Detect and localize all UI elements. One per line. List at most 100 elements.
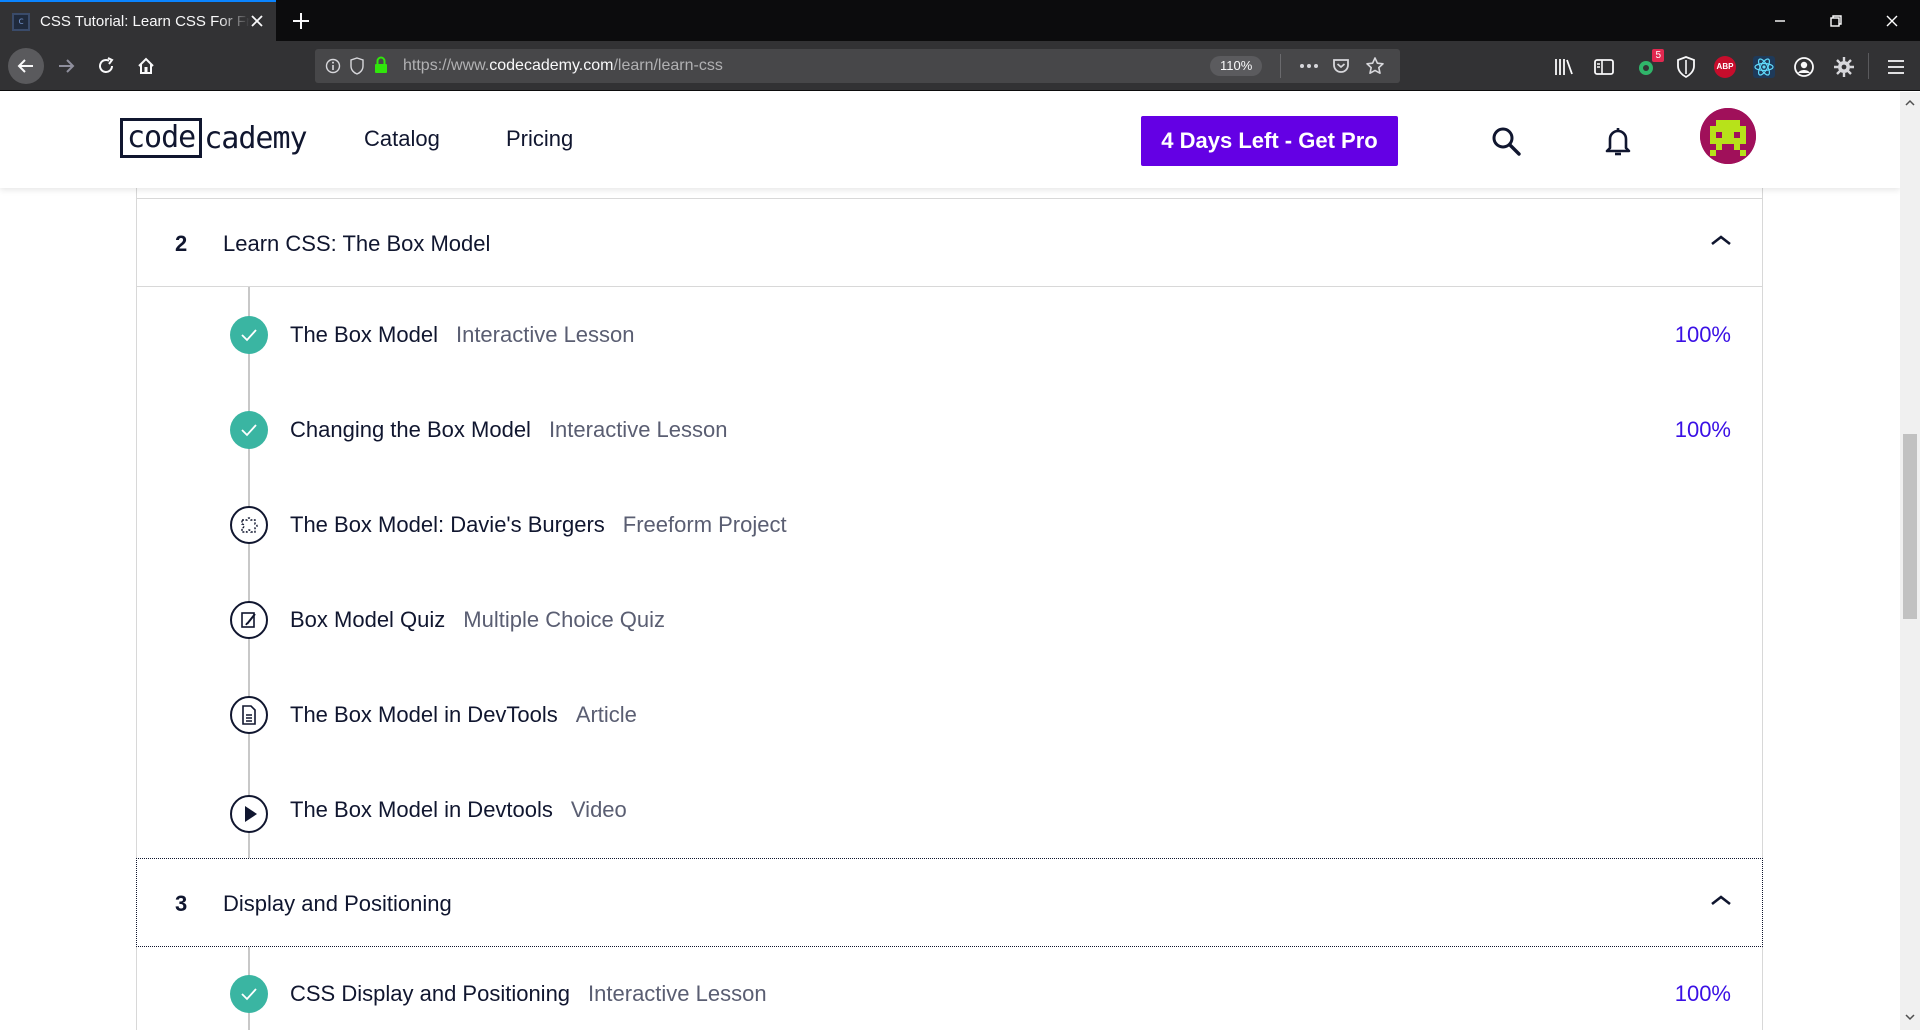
browser-tab[interactable]: c CSS Tutorial: Learn CSS For Free xyxy=(0,0,276,41)
item-progress: 100% xyxy=(1674,981,1731,1006)
adblock-icon: ABP xyxy=(1714,56,1736,78)
restore-icon xyxy=(1830,14,1842,27)
nav-pricing[interactable]: Pricing xyxy=(506,126,573,152)
item-title[interactable]: The Box Model in Devtools xyxy=(290,797,553,822)
list-item[interactable]: The Box Model Interactive Lesson 100% xyxy=(230,306,1731,366)
shield-icon[interactable] xyxy=(349,57,365,75)
section-title: Learn CSS: The Box Model xyxy=(223,231,491,256)
lock-icon[interactable] xyxy=(373,56,389,74)
reload-icon xyxy=(99,57,114,73)
browser-toolbar: https://www.codecademy.com/learn/learn-c… xyxy=(0,41,1920,91)
url-path: /learn/learn-css xyxy=(613,57,723,74)
url-text[interactable]: https://www.codecademy.com/learn/learn-c… xyxy=(403,57,723,75)
arrow-right-icon xyxy=(59,59,75,73)
url-bar[interactable]: https://www.codecademy.com/learn/learn-c… xyxy=(315,49,1400,83)
url-prefix: https://www. xyxy=(403,57,490,74)
item-type: Interactive Lesson xyxy=(548,417,728,442)
play-icon xyxy=(230,795,268,833)
shield-check-icon xyxy=(1677,56,1695,78)
tab-title: CSS Tutorial: Learn CSS For Free xyxy=(40,13,250,30)
get-pro-button[interactable]: 4 Days Left - Get Pro xyxy=(1141,116,1398,166)
section-number: 3 xyxy=(175,891,188,916)
site-header: code cademy Catalog Pricing 4 Days Left -… xyxy=(0,92,1900,188)
account-icon xyxy=(1794,57,1814,77)
chevron-up-icon[interactable] xyxy=(1710,233,1732,247)
react-devtools-button[interactable] xyxy=(1752,55,1776,79)
puzzle-icon xyxy=(230,506,268,544)
item-title[interactable]: CSS Display and Positioning xyxy=(290,981,570,1006)
list-item[interactable]: CSS Display and Positioning Interactive L… xyxy=(230,965,1731,1025)
avatar-image xyxy=(1700,108,1756,164)
gear-icon xyxy=(1834,57,1854,77)
new-tab-icon[interactable] xyxy=(288,8,314,34)
nav-catalog[interactable]: Catalog xyxy=(364,126,440,152)
sidebar-icon xyxy=(1594,59,1614,75)
chevron-up-icon[interactable] xyxy=(1710,893,1732,907)
url-divider xyxy=(1280,54,1281,78)
close-icon[interactable] xyxy=(248,12,266,30)
list-item[interactable]: The Box Model in DevTools Article xyxy=(230,686,1730,746)
scroll-up-icon[interactable] xyxy=(1905,98,1915,108)
url-host: codecademy.com xyxy=(489,57,614,74)
more-actions-icon[interactable] xyxy=(1298,58,1320,74)
article-icon xyxy=(230,696,268,734)
back-button[interactable] xyxy=(8,48,44,84)
settings-extension-button[interactable] xyxy=(1832,55,1856,79)
adblock-button[interactable]: ABP xyxy=(1713,55,1737,79)
sidebar-button[interactable] xyxy=(1592,55,1616,79)
privacy-button[interactable] xyxy=(1674,55,1698,79)
check-icon xyxy=(230,316,268,354)
logo-rest-text: cademy xyxy=(204,120,307,156)
avatar[interactable] xyxy=(1700,108,1756,164)
bookmark-star-icon[interactable] xyxy=(1365,56,1385,76)
item-title[interactable]: The Box Model: Davie's Burgers xyxy=(290,512,605,537)
item-type: Video xyxy=(570,797,627,822)
info-icon[interactable] xyxy=(325,58,341,74)
close-window-icon xyxy=(1886,15,1898,26)
item-type: Interactive Lesson xyxy=(455,322,635,347)
item-title[interactable]: Box Model Quiz xyxy=(290,607,445,632)
bell-icon[interactable] xyxy=(1601,124,1635,158)
reload-button[interactable] xyxy=(90,50,122,82)
check-icon xyxy=(230,975,268,1013)
tab-strip: c CSS Tutorial: Learn CSS For Free xyxy=(0,0,1920,41)
list-item[interactable]: The Box Model: Davie's Burgers Freeform P… xyxy=(230,496,1730,556)
page-scrollbar[interactable] xyxy=(1900,92,1920,1030)
zoom-indicator[interactable]: 110% xyxy=(1210,56,1263,76)
restore-button[interactable] xyxy=(1808,0,1864,41)
extension-badge: 5 xyxy=(1652,49,1664,62)
item-progress: 100% xyxy=(1674,322,1731,347)
item-title[interactable]: The Box Model in DevTools xyxy=(290,702,558,727)
scroll-thumb[interactable] xyxy=(1903,434,1917,619)
extension-button[interactable]: 5 xyxy=(1634,49,1664,79)
codecademy-logo[interactable]: code cademy xyxy=(120,118,308,158)
toolbar-divider xyxy=(1868,53,1869,79)
hamburger-icon xyxy=(1888,60,1904,74)
section-number: 2 xyxy=(175,231,188,256)
search-icon[interactable] xyxy=(1489,124,1523,158)
account-button[interactable] xyxy=(1792,55,1816,79)
pocket-icon[interactable] xyxy=(1331,56,1351,76)
home-button[interactable] xyxy=(130,50,162,82)
scroll-down-icon[interactable] xyxy=(1905,1012,1915,1022)
item-progress: 100% xyxy=(1674,417,1731,442)
menu-button[interactable] xyxy=(1884,55,1908,79)
library-button[interactable] xyxy=(1552,55,1576,79)
list-item[interactable]: Box Model Quiz Multiple Choice Quiz xyxy=(230,591,1730,651)
section-2-header[interactable]: 2 Learn CSS: The Box Model xyxy=(136,198,1763,287)
minimize-icon xyxy=(1775,19,1785,22)
item-title[interactable]: The Box Model xyxy=(290,322,438,347)
minimize-button[interactable] xyxy=(1752,0,1808,41)
list-item[interactable]: Changing the Box Model Interactive Lesson… xyxy=(230,401,1731,461)
item-type: Multiple Choice Quiz xyxy=(463,607,666,632)
page-viewport: code cademy Catalog Pricing 4 Days Left -… xyxy=(0,92,1900,1030)
window-close-button[interactable] xyxy=(1864,0,1920,41)
section-title: Display and Positioning xyxy=(223,891,452,916)
item-type: Article xyxy=(575,702,637,727)
home-icon xyxy=(138,57,154,74)
forward-button[interactable] xyxy=(50,50,82,82)
list-item[interactable]: The Box Model in Devtools Video xyxy=(230,781,1730,841)
item-title[interactable]: Changing the Box Model xyxy=(290,417,531,442)
section-3-header[interactable]: 3 Display and Positioning xyxy=(136,858,1763,947)
quiz-icon xyxy=(230,601,268,639)
